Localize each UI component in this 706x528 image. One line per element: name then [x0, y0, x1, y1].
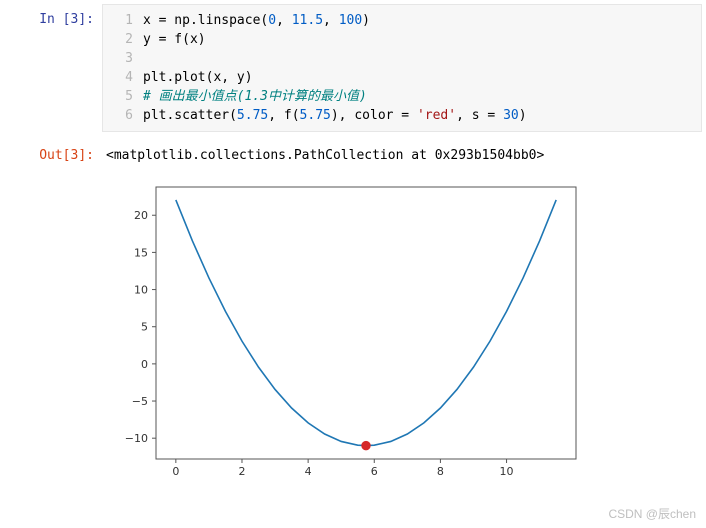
- code-line-1: x = np.linspace(0, 11.5, 100): [143, 11, 701, 30]
- code-line-2: y = f(x): [143, 30, 701, 49]
- code-line-6: plt.scatter(5.75, f(5.75), color = 'red'…: [143, 106, 701, 125]
- svg-text:10: 10: [134, 284, 148, 297]
- svg-text:5: 5: [141, 321, 148, 334]
- code-line-5: # 画出最小值点(1.3中计算的最小值): [143, 87, 701, 106]
- chart-output: 0 2 4 6 8 10 −10 −5 0 5 10 15 20: [4, 177, 702, 487]
- code-line-3: [143, 49, 701, 68]
- svg-text:6: 6: [371, 465, 378, 478]
- out-prompt: Out[3]:: [4, 140, 102, 163]
- svg-text:8: 8: [437, 465, 444, 478]
- svg-text:15: 15: [134, 246, 148, 259]
- svg-text:−10: −10: [125, 432, 148, 445]
- notebook-cell: In [3]: 1 2 3 4 5 6 x = np.linspace(0, 1…: [4, 4, 702, 487]
- svg-text:−5: −5: [132, 395, 148, 408]
- line-gutter: 1 2 3 4 5 6: [103, 11, 143, 125]
- parabola-chart: 0 2 4 6 8 10 −10 −5 0 5 10 15 20: [98, 177, 588, 487]
- output-text: <matplotlib.collections.PathCollection a…: [102, 140, 702, 163]
- svg-text:10: 10: [500, 465, 514, 478]
- watermark: CSDN @辰chen: [608, 505, 696, 522]
- code-editor[interactable]: 1 2 3 4 5 6 x = np.linspace(0, 11.5, 100…: [102, 4, 702, 132]
- code-line-4: plt.plot(x, y): [143, 68, 701, 87]
- svg-text:4: 4: [305, 465, 312, 478]
- input-row: In [3]: 1 2 3 4 5 6 x = np.linspace(0, 1…: [4, 4, 702, 132]
- svg-text:2: 2: [238, 465, 245, 478]
- svg-text:0: 0: [172, 465, 179, 478]
- svg-text:0: 0: [141, 358, 148, 371]
- svg-text:20: 20: [134, 209, 148, 222]
- code-lines: x = np.linspace(0, 11.5, 100) y = f(x) p…: [143, 11, 701, 125]
- output-row: Out[3]: <matplotlib.collections.PathColl…: [4, 140, 702, 163]
- in-prompt: In [3]:: [4, 4, 102, 27]
